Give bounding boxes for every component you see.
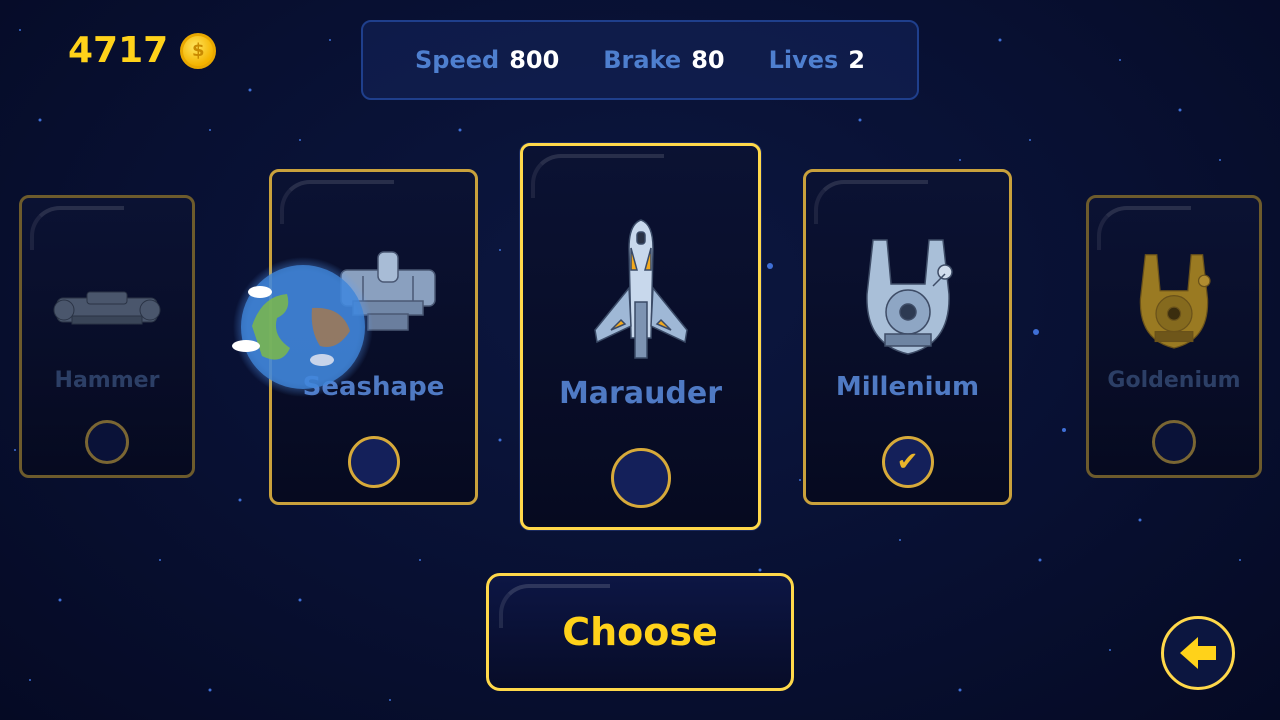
coin-counter: 4717 $ — [68, 30, 217, 71]
select-radio[interactable] — [1152, 420, 1196, 464]
speed-stat: Speed 800 — [415, 46, 559, 74]
select-radio[interactable] — [85, 420, 129, 464]
brake-value: 80 — [691, 46, 725, 74]
lives-label: Lives — [768, 46, 839, 74]
ship-card-goldenium[interactable]: Goldenium — [1086, 195, 1262, 478]
ship-name: Goldenium — [1107, 368, 1241, 393]
ship-card-millenium[interactable]: Millenium ✔ — [803, 169, 1012, 505]
speed-label: Speed — [414, 46, 500, 74]
coin-icon: $ — [180, 32, 217, 69]
lives-value: 2 — [848, 46, 865, 74]
ship-name: Hammer — [54, 368, 160, 393]
select-radio-checked[interactable]: ✔ — [881, 436, 934, 488]
select-radio[interactable] — [610, 448, 671, 508]
brake-stat: Brake 80 — [603, 46, 724, 74]
select-radio[interactable] — [347, 436, 400, 488]
choose-label: Choose — [562, 610, 718, 654]
ship-name: Marauder — [558, 376, 723, 411]
goldenium-ship-icon — [1139, 254, 1211, 349]
checkmark-icon: ✔ — [896, 447, 919, 477]
millenium-ship-icon — [865, 239, 953, 355]
speed-value: 800 — [509, 46, 560, 74]
brake-label: Brake — [603, 46, 682, 74]
coin-amount: 4717 — [68, 30, 169, 71]
marauder-ship-icon — [593, 219, 688, 359]
ship-stats-panel: Speed 800 Brake 80 Lives 2 — [361, 20, 919, 100]
ship-name: Millenium — [835, 372, 980, 402]
ship-card-hammer[interactable]: Hammer — [19, 195, 195, 478]
choose-button[interactable]: Choose — [486, 573, 794, 691]
hammer-ship-icon — [53, 291, 161, 325]
back-arrow-icon — [1180, 637, 1216, 669]
earth-planet-icon — [232, 257, 373, 397]
lives-stat: Lives 2 — [769, 46, 865, 74]
back-button[interactable] — [1161, 616, 1235, 690]
ship-card-marauder[interactable]: Marauder — [520, 143, 761, 530]
